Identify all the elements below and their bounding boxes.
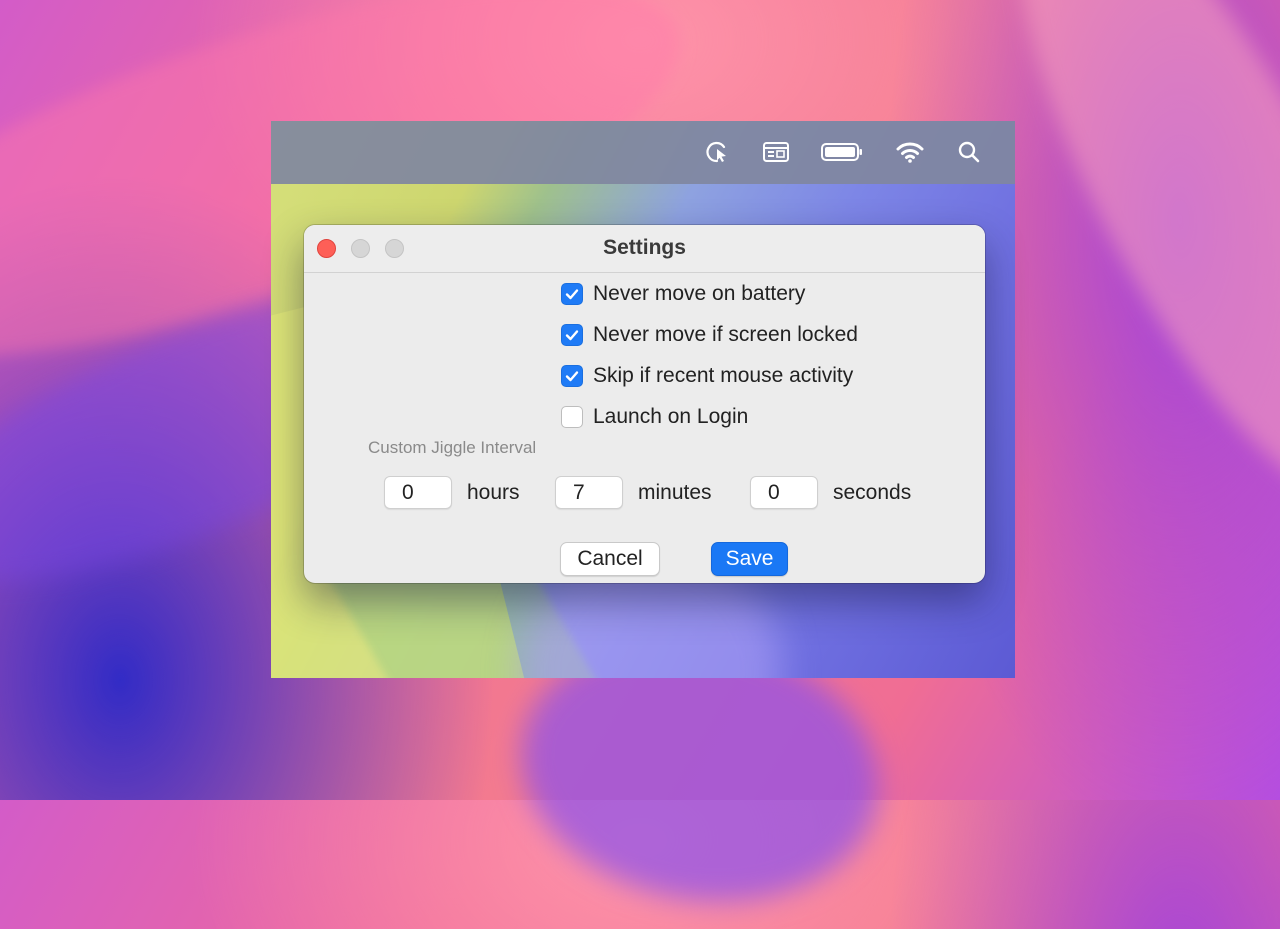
cancel-button[interactable]: Cancel [560, 542, 660, 576]
option-never-move-on-battery[interactable]: Never move on battery [561, 281, 805, 307]
checkmark-icon [565, 289, 579, 300]
hours-input[interactable] [384, 476, 452, 509]
hours-label: hours [467, 481, 520, 504]
section-label-jiggle-interval: Custom Jiggle Interval [368, 438, 537, 457]
seconds-label: seconds [833, 481, 912, 504]
save-button[interactable]: Save [711, 542, 788, 576]
minutes-input[interactable] [555, 476, 623, 509]
search-icon[interactable] [955, 139, 983, 165]
option-label: Skip if recent mouse activity [593, 364, 854, 387]
option-never-move-if-screen-locked[interactable]: Never move if screen locked [561, 322, 858, 348]
option-label: Never move if screen locked [593, 323, 858, 346]
cursor-click-icon[interactable] [704, 139, 732, 165]
checkbox-unchecked[interactable] [561, 406, 583, 428]
option-label: Launch on Login [593, 405, 749, 428]
option-skip-if-recent-mouse-activity[interactable]: Skip if recent mouse activity [561, 363, 853, 389]
battery-icon[interactable] [819, 139, 865, 165]
checkmark-icon [565, 330, 579, 341]
settings-window: Settings Never move on battery Never mov… [304, 225, 985, 583]
option-launch-on-login[interactable]: Launch on Login [561, 404, 748, 430]
menu-bar [271, 121, 1015, 184]
checkbox-checked[interactable] [561, 283, 583, 305]
title-bar: Settings [304, 225, 985, 273]
checkbox-checked[interactable] [561, 324, 583, 346]
seconds-input[interactable] [750, 476, 818, 509]
wifi-icon[interactable] [894, 139, 926, 165]
option-label: Never move on battery [593, 282, 806, 305]
checkbox-checked[interactable] [561, 365, 583, 387]
window-cards-icon[interactable] [761, 139, 791, 165]
window-title: Settings [603, 236, 686, 259]
checkmark-icon [565, 371, 579, 382]
minutes-label: minutes [638, 481, 712, 504]
